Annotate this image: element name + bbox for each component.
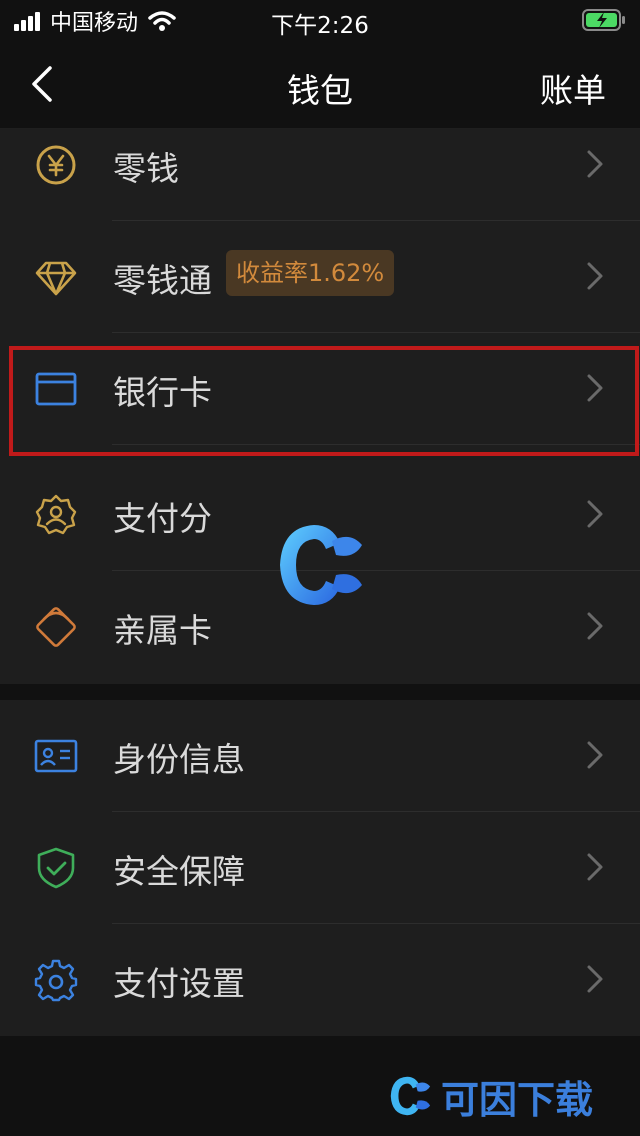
row-label: 支付设置 bbox=[113, 964, 245, 1003]
id-card-icon bbox=[34, 739, 78, 773]
row-security[interactable]: 安全保障 bbox=[0, 812, 640, 924]
bill-button[interactable]: 账单 bbox=[540, 64, 606, 112]
status-time: 下午2:26 bbox=[271, 13, 369, 39]
chevron-right-icon bbox=[587, 853, 603, 881]
family-card-icon bbox=[36, 607, 76, 647]
row-label: 安全保障 bbox=[113, 852, 245, 891]
brand-logo-icon bbox=[390, 1076, 431, 1116]
status-bar: 中国移动 下午2:26 bbox=[0, 0, 640, 42]
chevron-right-icon bbox=[587, 612, 603, 640]
row-divider bbox=[112, 444, 640, 445]
row-label: 亲属卡 bbox=[113, 611, 212, 650]
chevron-right-icon bbox=[587, 374, 603, 402]
row-label: 身份信息 bbox=[113, 740, 245, 779]
row-label: 支付分 bbox=[113, 499, 212, 538]
bank-card-icon bbox=[35, 372, 77, 406]
brand-text: 可因下载 bbox=[441, 1077, 594, 1122]
pay-score-badge-icon bbox=[35, 494, 77, 535]
row-label: 银行卡 bbox=[113, 373, 212, 412]
yuan-coin-icon bbox=[36, 145, 76, 185]
shield-check-icon bbox=[37, 847, 75, 889]
chevron-right-icon bbox=[587, 500, 603, 528]
chevron-right-icon bbox=[587, 965, 603, 993]
gear-icon bbox=[34, 959, 78, 1002]
yield-rate-badge: 收益率1.62% bbox=[226, 250, 395, 296]
row-identity[interactable]: 身份信息 bbox=[0, 700, 640, 812]
row-bank-card[interactable]: 银行卡 bbox=[0, 333, 640, 445]
chevron-right-icon bbox=[587, 262, 603, 290]
row-change-plus[interactable]: 零钱通 收益率1.62% bbox=[0, 221, 640, 333]
chevron-right-icon bbox=[587, 150, 603, 178]
row-pay-settings[interactable]: 支付设置 bbox=[0, 924, 640, 1036]
row-label: 零钱通 bbox=[113, 261, 212, 300]
diamond-icon bbox=[35, 261, 77, 296]
chevron-right-icon bbox=[587, 741, 603, 769]
watermark-logo-icon bbox=[280, 525, 362, 605]
row-label: 零钱 bbox=[113, 149, 179, 188]
brand-watermark: 可因下载 bbox=[385, 1066, 593, 1126]
battery-charging-icon bbox=[582, 9, 625, 31]
row-change[interactable]: 零钱 bbox=[0, 109, 640, 221]
wallet-group-settings: 身份信息 安全保障 支付设置 bbox=[0, 700, 640, 1036]
